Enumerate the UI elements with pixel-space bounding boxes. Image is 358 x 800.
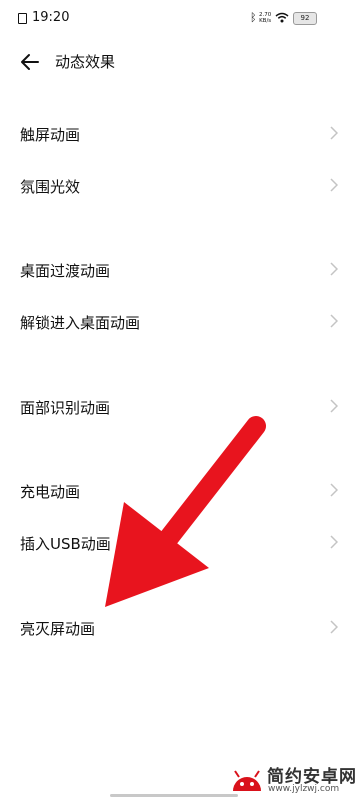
- watermark-subtitle: www.jylzwj.com: [268, 784, 340, 794]
- watermark-logo-icon: [233, 770, 261, 791]
- annotation-arrow: [105, 416, 266, 607]
- gesture-nav-bar[interactable]: [110, 794, 238, 797]
